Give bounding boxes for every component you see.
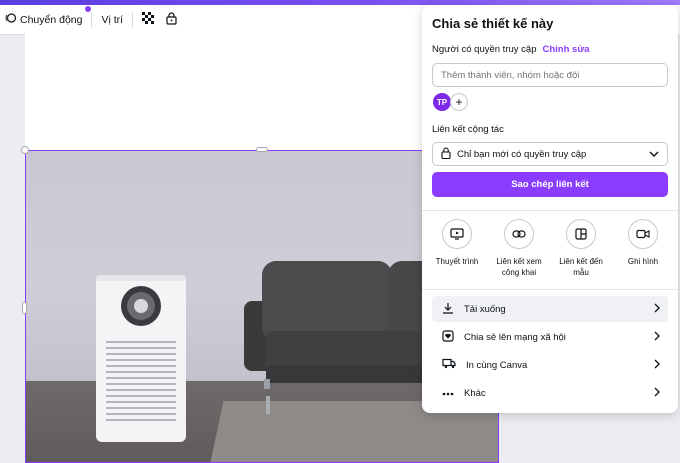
animate-label: Chuyển động: [20, 13, 83, 26]
chevron-down-icon: [649, 149, 659, 160]
present-action[interactable]: Thuyết trình: [428, 219, 486, 278]
share-panel-title: Chia sẻ thiết kế này: [432, 16, 554, 31]
menu-item-label: Chia sẻ lên mạng xã hội: [464, 331, 566, 343]
menu-item-social[interactable]: Chia sẻ lên mạng xã hội: [432, 324, 668, 350]
edit-access-link[interactable]: Chỉnh sửa: [542, 44, 589, 55]
position-button[interactable]: Vị trí: [98, 9, 126, 31]
link-icon: [504, 219, 534, 249]
record-icon: [628, 219, 658, 249]
present-icon: [442, 219, 472, 249]
menu-item-label: Khác: [464, 387, 486, 399]
chevron-right-icon: [654, 331, 660, 344]
chevron-right-icon: [654, 387, 660, 400]
menu-item-more[interactable]: Khác: [432, 380, 668, 406]
chevron-right-icon: [654, 359, 660, 372]
toolbar-divider: [132, 11, 134, 28]
add-member-button[interactable]: +: [450, 93, 468, 111]
position-label: Vị trí: [101, 13, 124, 26]
transparency-button[interactable]: [139, 9, 157, 31]
template-icon: [566, 219, 596, 249]
collab-link-label: Liên kết cộng tác: [432, 124, 504, 135]
public-view-link-action[interactable]: Liên kết xem công khai: [490, 219, 548, 278]
menu-item-print[interactable]: In cùng Canva: [432, 352, 668, 378]
resize-handle[interactable]: [21, 146, 29, 154]
checkerboard-icon: [142, 12, 155, 27]
animate-button[interactable]: Chuyển động: [2, 5, 92, 31]
resize-handle[interactable]: [22, 302, 27, 314]
menu-item-label: In cùng Canva: [466, 359, 528, 371]
template-link-label: Liên kết đến mẫu: [559, 257, 603, 277]
present-label: Thuyết trình: [435, 257, 479, 266]
menu-item-label: Tải xuống: [464, 303, 506, 315]
toolbar-divider: [91, 11, 93, 28]
chevron-right-icon: [654, 303, 660, 316]
heart-icon: [442, 329, 454, 345]
member-input[interactable]: [432, 63, 668, 87]
public-view-link-label: Liên kết xem công khai: [496, 257, 542, 277]
share-menu: Tải xuống Chia sẻ lên mạng xã hội In cùn…: [432, 296, 668, 408]
animate-icon: [5, 12, 17, 27]
access-label: Người có quyền truy cập: [432, 44, 537, 55]
template-link-action[interactable]: Liên kết đến mẫu: [552, 219, 610, 278]
avatar[interactable]: TP: [433, 93, 451, 111]
share-actions: Thuyết trình Liên kết xem công khai Liên…: [422, 219, 678, 278]
resize-handle[interactable]: [256, 147, 268, 152]
access-label-row: Người có quyền truy cập Chỉnh sửa: [432, 44, 589, 55]
lock-icon: [441, 147, 451, 162]
truck-icon: [442, 358, 456, 372]
record-label: Ghi hình: [627, 257, 659, 266]
record-action[interactable]: Ghi hình: [614, 219, 672, 278]
access-dropdown[interactable]: Chỉ bạn mới có quyền truy cập: [432, 142, 668, 166]
menu-item-download[interactable]: Tải xuống: [432, 296, 668, 322]
lock-icon: [166, 11, 177, 28]
copy-link-button[interactable]: Sao chép liên kết: [432, 172, 668, 197]
download-icon: [442, 302, 454, 317]
lock-button[interactable]: [163, 9, 180, 31]
more-icon: [442, 388, 454, 399]
access-value: Chỉ bạn mới có quyền truy cập: [457, 148, 587, 160]
